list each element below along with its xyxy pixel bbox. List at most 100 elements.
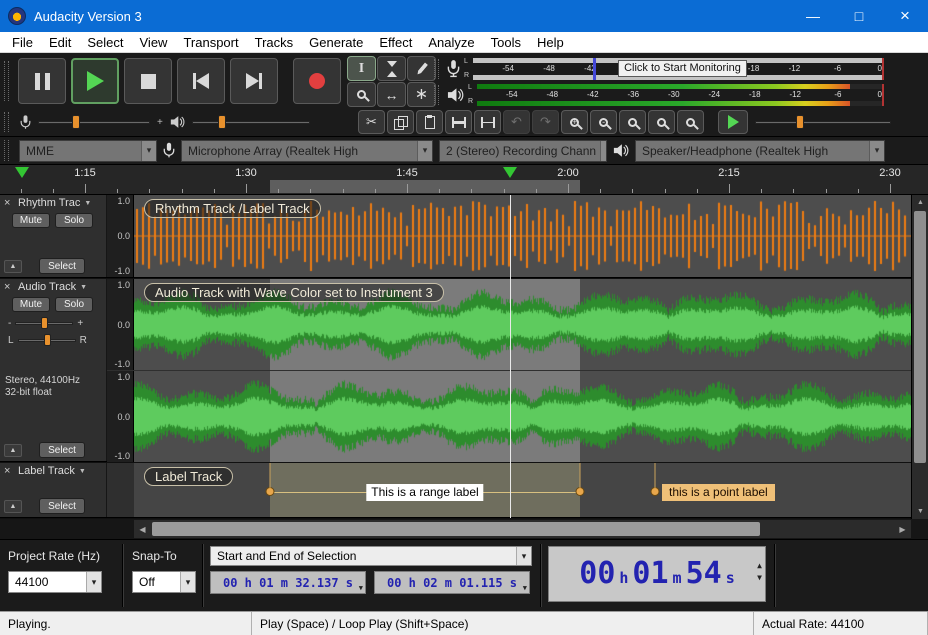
menu-file[interactable]: File xyxy=(4,32,41,52)
scroll-up-arrow[interactable]: ▲ xyxy=(912,195,928,210)
menu-analyze[interactable]: Analyze xyxy=(420,32,482,52)
toolbar-grip[interactable] xyxy=(4,139,9,162)
menu-edit[interactable]: Edit xyxy=(41,32,79,52)
zoom-toggle-button[interactable] xyxy=(677,110,704,134)
paste-button[interactable] xyxy=(416,110,443,134)
gain-slider[interactable]: - + xyxy=(0,312,106,329)
monitoring-tooltip[interactable]: Click to Start Monitoring xyxy=(618,59,747,77)
track-name-menu[interactable]: Label Track ▼ xyxy=(18,465,86,477)
audio-waveform-right[interactable] xyxy=(134,371,911,462)
recording-meter[interactable]: LR -54-48-42-36-30-24-18-12-60 Click to … xyxy=(434,56,886,81)
scroll-right-arrow[interactable]: ▶ xyxy=(894,520,911,538)
selection-mode-dropdown[interactable]: Start and End of Selection ▾ xyxy=(210,546,532,566)
play-button[interactable] xyxy=(71,58,119,104)
clip-title[interactable]: Audio Track with Wave Color set to Instr… xyxy=(144,283,444,302)
pan-slider[interactable]: L R xyxy=(0,329,106,346)
play-at-speed-button[interactable] xyxy=(718,110,748,134)
range-end-marker[interactable] xyxy=(575,463,585,496)
spin-down-icon[interactable]: ▼ xyxy=(757,573,762,582)
rhythm-track-content[interactable]: Rhythm Track /Label Track xyxy=(134,195,911,277)
audio-position-display[interactable]: 00 h 01 m 54 s ▲ ▼ xyxy=(548,546,766,602)
pause-button[interactable] xyxy=(18,58,66,104)
point-label-text[interactable]: this is a point label xyxy=(662,484,775,501)
selection-end-time[interactable]: 00 h 02 m 01.115 s ▼ xyxy=(374,571,530,594)
draw-tool-button[interactable] xyxy=(407,56,436,81)
audio-host-dropdown[interactable]: MME ▾ xyxy=(19,139,157,162)
fit-project-button[interactable] xyxy=(648,110,675,134)
close-track-icon[interactable]: × xyxy=(4,197,14,209)
clip-title[interactable]: Rhythm Track /Label Track xyxy=(144,199,321,218)
trim-audio-button[interactable] xyxy=(445,110,472,134)
close-button[interactable]: × xyxy=(882,0,928,32)
slider-thumb[interactable] xyxy=(217,115,226,129)
project-rate-dropdown[interactable]: 44100 ▾ xyxy=(8,571,102,593)
point-label-marker[interactable] xyxy=(650,463,660,496)
select-track-button[interactable]: Select xyxy=(39,498,85,514)
audio-left-channel[interactable]: Audio Track with Wave Color set to Instr… xyxy=(134,279,911,370)
spin-up-icon[interactable]: ▲ xyxy=(757,561,762,570)
track-name-menu[interactable]: Audio Track ▼ xyxy=(18,281,87,293)
mute-button[interactable]: Mute xyxy=(12,213,50,228)
zoom-in-button[interactable]: + xyxy=(561,110,588,134)
multi-tool-button[interactable]: ∗ xyxy=(407,82,436,107)
menu-view[interactable]: View xyxy=(132,32,176,52)
toolbar-grip[interactable] xyxy=(4,112,9,132)
time-spinner[interactable]: ▲ ▼ xyxy=(757,561,762,582)
time-shift-tool-button[interactable]: ↔ xyxy=(377,82,406,107)
slider-thumb[interactable] xyxy=(41,317,49,329)
maximize-button[interactable]: □ xyxy=(836,0,882,32)
record-button[interactable] xyxy=(293,58,341,104)
playback-meter-bars[interactable]: -54 -48 -42 -36 -30 -24 -18 -12 -6 0 xyxy=(477,83,886,107)
recording-meter-bars[interactable]: -54-48-42-36-30-24-18-12-60 Click to Sta… xyxy=(473,57,886,81)
fit-selection-button[interactable] xyxy=(619,110,646,134)
selection-start-time[interactable]: 00 h 01 m 32.137 s ▼ xyxy=(210,571,366,594)
recording-volume-slider[interactable] xyxy=(38,115,150,129)
horizontal-scroll-thumb[interactable] xyxy=(152,522,760,536)
vertical-scroll-thumb[interactable] xyxy=(914,211,926,463)
close-track-icon[interactable]: × xyxy=(4,281,14,293)
play-speed-slider[interactable] xyxy=(755,115,891,129)
recording-device-dropdown[interactable]: Microphone Array (Realtek High ▾ xyxy=(181,139,433,162)
toolbar-grip[interactable] xyxy=(434,58,439,79)
range-label-text[interactable]: This is a range label xyxy=(366,484,484,501)
silence-audio-button[interactable] xyxy=(474,110,501,134)
recording-channels-dropdown[interactable]: 2 (Stereo) Recording Chann▾ xyxy=(439,139,607,162)
skip-to-start-button[interactable] xyxy=(177,58,225,104)
menu-select[interactable]: Select xyxy=(79,32,131,52)
mute-button[interactable]: Mute xyxy=(12,297,50,312)
playhead-marker[interactable] xyxy=(503,167,517,178)
collapse-track-button[interactable]: ▲ xyxy=(4,259,22,273)
menu-help[interactable]: Help xyxy=(529,32,572,52)
scroll-left-arrow[interactable]: ◀ xyxy=(134,520,151,538)
minimize-button[interactable]: — xyxy=(790,0,836,32)
select-track-button[interactable]: Select xyxy=(39,442,85,458)
clip-title[interactable]: Label Track xyxy=(144,467,234,486)
pinned-playhead-button[interactable] xyxy=(15,167,29,178)
slider-thumb[interactable] xyxy=(71,115,80,129)
menu-transport[interactable]: Transport xyxy=(175,32,246,52)
copy-button[interactable] xyxy=(387,110,414,134)
playback-volume-slider[interactable] xyxy=(191,115,310,129)
select-track-button[interactable]: Select xyxy=(39,258,85,274)
audio-right-channel[interactable] xyxy=(134,371,911,462)
cut-button[interactable]: ✂ xyxy=(358,110,385,134)
snap-to-dropdown[interactable]: Off ▾ xyxy=(132,571,196,593)
menu-tracks[interactable]: Tracks xyxy=(247,32,302,52)
stop-button[interactable] xyxy=(124,58,172,104)
slider-thumb[interactable] xyxy=(795,115,804,129)
toolbar-grip[interactable] xyxy=(434,84,439,105)
slider-thumb[interactable] xyxy=(43,334,51,346)
solo-button[interactable]: Solo xyxy=(55,213,93,228)
range-start-marker[interactable] xyxy=(265,463,275,496)
collapse-track-button[interactable]: ▲ xyxy=(4,499,22,513)
toolbar-grip[interactable] xyxy=(4,61,9,101)
envelope-tool-button[interactable] xyxy=(377,56,406,81)
collapse-track-button[interactable]: ▲ xyxy=(4,443,22,457)
menu-effect[interactable]: Effect xyxy=(371,32,420,52)
vertical-scrollbar[interactable]: ▲ ▼ xyxy=(911,195,928,519)
label-track-content[interactable]: Label Track This is a range label this i… xyxy=(134,463,911,517)
playback-device-dropdown[interactable]: Speaker/Headphone (Realtek High ▾ xyxy=(635,139,885,162)
horizontal-scrollbar[interactable]: ◀ ▶ xyxy=(134,520,911,538)
track-name-menu[interactable]: Rhythm Trac ▼ xyxy=(18,197,91,209)
selection-tool-button[interactable]: I xyxy=(347,56,376,81)
